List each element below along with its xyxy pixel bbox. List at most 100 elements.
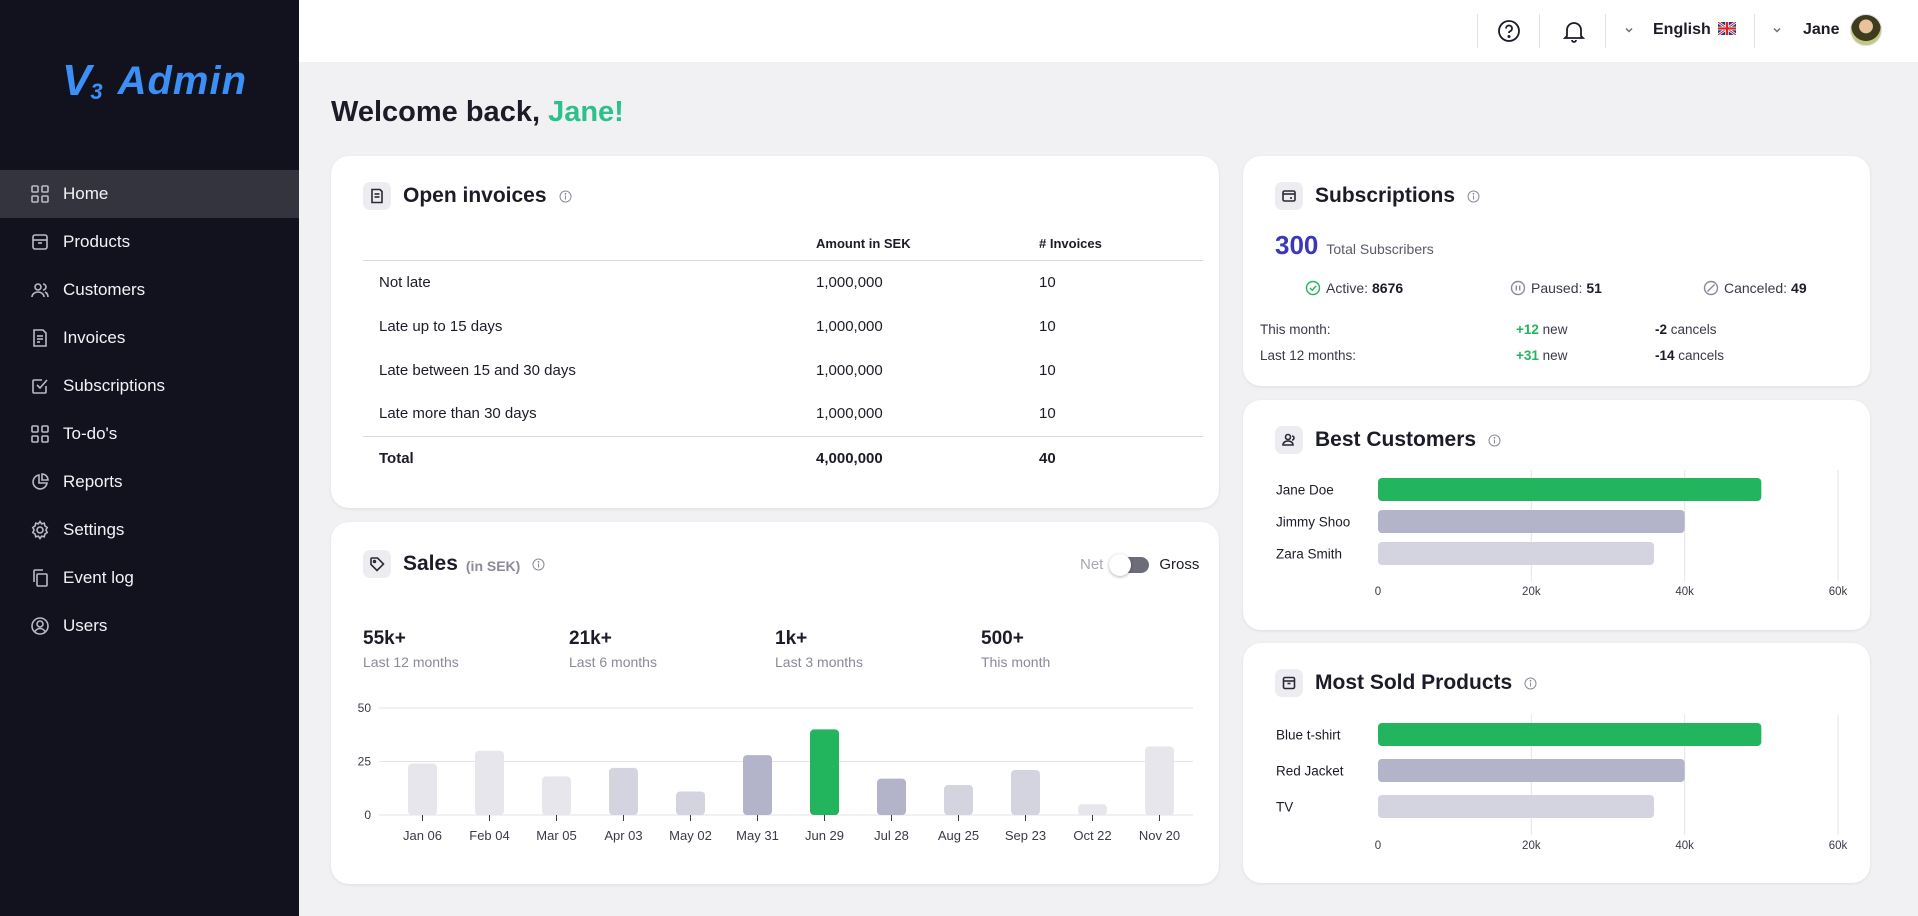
check-circle-icon (1305, 280, 1321, 296)
sidebar-item-subscriptions[interactable]: Subscriptions (0, 362, 299, 410)
language-selector[interactable]: English (1653, 21, 1711, 39)
sales-bar (408, 763, 437, 815)
bar (1378, 510, 1685, 533)
table-row[interactable]: Late more than 30 days 1,000,000 10 (363, 392, 1203, 436)
avatar[interactable] (1850, 14, 1882, 46)
x-tick-label: May 02 (669, 828, 712, 843)
total-amount: 4,000,000 (816, 435, 1039, 480)
new-word: new (1542, 348, 1568, 363)
sidebar-item-users[interactable]: Users (0, 602, 299, 650)
sidebar-item-reports[interactable]: Reports (0, 458, 299, 506)
bar-label: Jane Doe (1276, 483, 1334, 498)
bar-label: Blue t-shirt (1276, 728, 1341, 743)
sidebar-item-products[interactable]: Products (0, 218, 299, 266)
sidebar-item-label: Event log (63, 568, 134, 587)
bar-label: TV (1276, 800, 1293, 815)
pause-circle-icon (1510, 280, 1526, 296)
row-count: 10 (1039, 317, 1056, 335)
sales-bar (1078, 804, 1107, 815)
users-icon (31, 283, 49, 298)
grid-icon (31, 425, 49, 443)
sidebar-item-label: Users (63, 616, 108, 635)
x-tick-label: Nov 20 (1139, 828, 1180, 843)
row-label: Late up to 15 days (379, 317, 503, 335)
info-icon[interactable] (559, 190, 572, 203)
sidebar-item-label: Reports (63, 472, 123, 491)
app-logo[interactable]: V 3 Admin (62, 56, 247, 106)
page-title: Welcome back, Jane! (331, 96, 624, 129)
sidebar-item-customers[interactable]: Customers (0, 266, 299, 314)
canceled-label: Canceled: (1724, 280, 1788, 296)
bar-label: Red Jacket (1276, 764, 1344, 779)
x-tick-label: 40k (1675, 586, 1694, 598)
sales-chart: 0 25 50 Jan 06 Feb 04 Mar 05 Apr 03 May 02 May 3… (358, 701, 1193, 843)
pie-chart-icon (32, 473, 49, 490)
canceled-value: 49 (1791, 280, 1807, 296)
gear-icon (31, 520, 49, 540)
subscriptions-card: Subscriptions 300 Total Subscribers Acti… (1243, 156, 1870, 386)
column-header: # Invoices (1039, 228, 1203, 261)
sales-bar (743, 755, 772, 815)
column-header (363, 228, 816, 261)
chevron-down-icon[interactable] (1771, 24, 1783, 36)
logo-three: 3 (90, 79, 104, 104)
welcome-prefix: Welcome back, (331, 96, 541, 128)
x-tick-label: 60k (1829, 840, 1848, 852)
divider (1754, 14, 1755, 48)
row-amount: 1,000,000 (816, 273, 883, 291)
active-label: Active: (1326, 280, 1369, 296)
sidebar-item-label: Subscriptions (63, 376, 166, 395)
user-circle-icon (31, 617, 49, 635)
cancel-count: -14 (1655, 348, 1675, 363)
this-month-new: +12 new (1516, 322, 1567, 337)
table-row[interactable]: Not late 1,000,000 10 (363, 260, 1203, 304)
canceled-status: Canceled: 49 (1703, 280, 1807, 296)
this-month-label: This month: (1260, 322, 1331, 337)
most-sold-products-card: Most Sold Products 0 20k 40k 60k Blue t-shir… (1243, 643, 1870, 883)
grid-icon (31, 185, 49, 203)
help-icon[interactable] (1496, 18, 1522, 44)
table-row[interactable]: Late between 15 and 30 days 1,000,000 10 (363, 348, 1203, 392)
total-subscribers: 300 Total Subscribers (1275, 230, 1434, 261)
user-menu[interactable]: Jane (1803, 21, 1839, 39)
sidebar-item-todos[interactable]: To-do's (0, 410, 299, 458)
logo-v: V (62, 56, 93, 105)
sales-bar (944, 785, 973, 815)
paused-value: 51 (1586, 280, 1602, 296)
subscribers-label: Total Subscribers (1326, 241, 1434, 257)
chevron-down-icon[interactable] (1623, 24, 1635, 36)
info-icon[interactable] (1467, 190, 1480, 203)
last-12-months-label: Last 12 months: (1260, 348, 1357, 363)
box-icon (32, 234, 48, 250)
row-count: 10 (1039, 405, 1056, 423)
sidebar-item-home[interactable]: Home (0, 170, 299, 218)
sidebar-item-invoices[interactable]: Invoices (0, 314, 299, 362)
card-stack-icon (1275, 182, 1303, 210)
sales-bar (676, 791, 705, 815)
sidebar-nav: Home Products Customers Invoices Subscri… (0, 170, 299, 650)
row-amount: 1,000,000 (816, 405, 883, 423)
bar (1378, 795, 1654, 818)
divider (1605, 14, 1606, 48)
new-count: +31 (1516, 348, 1539, 363)
sidebar-item-event-log[interactable]: Event log (0, 554, 299, 602)
table-row[interactable]: Late up to 15 days 1,000,000 10 (363, 304, 1203, 348)
divider (1539, 14, 1540, 48)
bar-label: Jimmy Shoo (1276, 515, 1350, 530)
sidebar-item-label: Invoices (63, 328, 126, 347)
x-tick-label: Mar 05 (536, 828, 576, 843)
sidebar-item-settings[interactable]: Settings (0, 506, 299, 554)
x-tick-label: Apr 03 (604, 828, 642, 843)
card-title: Open invoices (403, 184, 547, 207)
sales-bar (1145, 746, 1174, 815)
x-tick-label: Oct 22 (1073, 828, 1111, 843)
open-invoices-card: Open invoices Amount in SEK # Invoices N… (331, 156, 1219, 508)
x-tick-label: Jan 06 (403, 828, 442, 843)
checkbox-icon (32, 379, 48, 394)
paused-label: Paused: (1531, 280, 1583, 296)
this-month-cancels: -2 cancels (1655, 322, 1717, 337)
y-tick-label: 50 (358, 701, 372, 715)
row-count: 10 (1039, 273, 1056, 291)
bar (1378, 542, 1654, 565)
bell-icon[interactable] (1561, 18, 1587, 44)
